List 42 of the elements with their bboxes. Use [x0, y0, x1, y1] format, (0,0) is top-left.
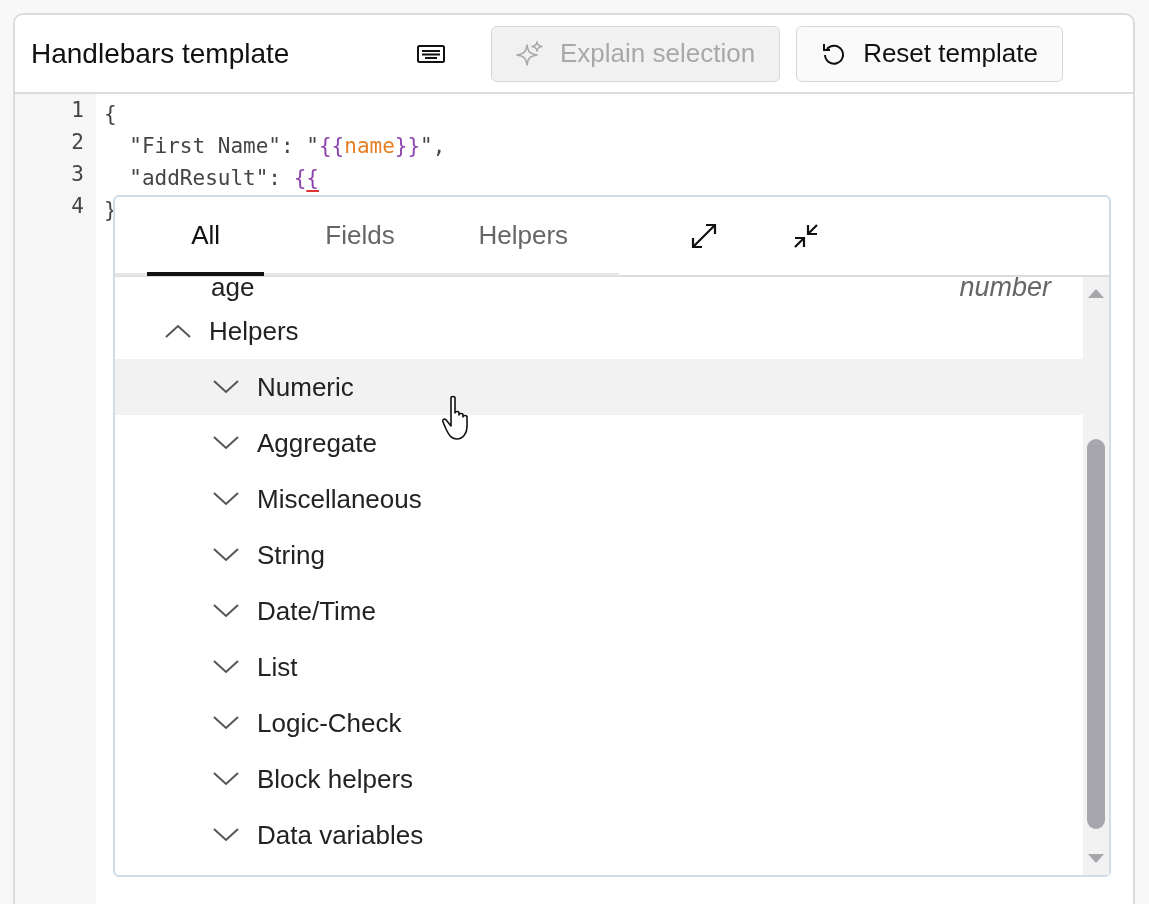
tree-item[interactable]: Miscellaneous: [115, 471, 1083, 527]
expand-icon[interactable]: [689, 221, 719, 251]
chevron-down-icon: [213, 436, 239, 450]
scrollbar-thumb[interactable]: [1087, 439, 1105, 829]
sparkle-icon: [516, 39, 544, 68]
tab[interactable]: Helpers: [455, 198, 591, 276]
field-name: age: [211, 277, 255, 303]
chevron-up-icon: [165, 324, 191, 338]
tree-item[interactable]: Date/Time: [115, 583, 1083, 639]
tab[interactable]: Fields: [292, 198, 428, 276]
chevron-down-icon: [213, 548, 239, 562]
line-number: 3: [70, 162, 85, 188]
chevron-down-icon: [213, 660, 239, 674]
chevron-down-icon: [213, 604, 239, 618]
tree-item[interactable]: Data variables: [115, 807, 1083, 863]
tree-item[interactable]: Aggregate: [115, 415, 1083, 471]
chevron-down-icon: [213, 716, 239, 730]
line-number: 4: [70, 194, 85, 220]
chevron-down-icon: [213, 380, 239, 394]
tree-item[interactable]: String: [115, 527, 1083, 583]
line-number: 2: [70, 130, 85, 156]
chevron-down-icon: [213, 828, 239, 842]
keyboard-icon[interactable]: [417, 44, 445, 63]
line-number: 1: [70, 98, 85, 124]
tree-item[interactable]: Numeric: [115, 359, 1083, 415]
tree-item[interactable]: Logic-Check: [115, 695, 1083, 751]
scroll-up-icon[interactable]: [1087, 287, 1105, 299]
chevron-down-icon: [213, 492, 239, 506]
panel-title: Handlebars template: [31, 37, 291, 70]
reset-template-button[interactable]: Reset template: [796, 25, 1063, 82]
scrollbar[interactable]: [1083, 277, 1109, 875]
tree-item[interactable]: Block helpers: [115, 751, 1083, 807]
chevron-down-icon: [213, 772, 239, 786]
scroll-down-icon[interactable]: [1087, 853, 1105, 865]
tree-item[interactable]: List: [115, 639, 1083, 695]
tab[interactable]: All: [147, 198, 265, 276]
code-line: "First Name": "{{name}}",: [128, 133, 446, 160]
code-line: "addResult": {{: [128, 165, 320, 192]
field-type: number: [959, 277, 1051, 303]
code-line: {: [104, 101, 118, 128]
code-line: }: [104, 197, 118, 224]
tree-item[interactable]: Helpers: [115, 303, 1083, 359]
